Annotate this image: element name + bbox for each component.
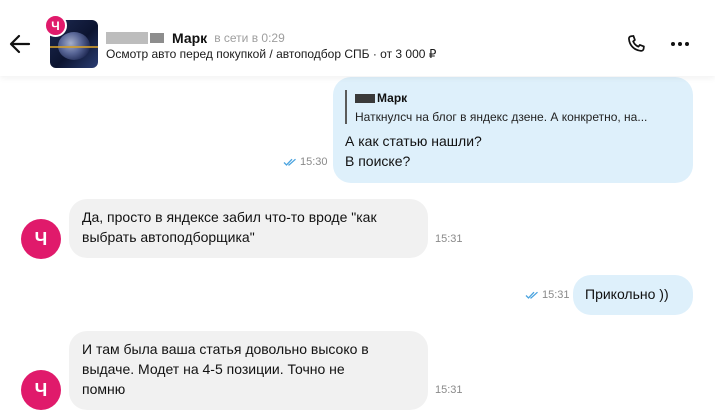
message-text: Прикольно )) bbox=[585, 286, 669, 302]
sender-avatar[interactable]: Ч bbox=[21, 370, 61, 410]
message-text: И там была ваша статья довольно высоко в… bbox=[82, 341, 369, 397]
sender-avatar[interactable]: Ч bbox=[21, 219, 61, 259]
message-bubble-incoming[interactable]: Да, просто в яндексе забил что-то вроде … bbox=[69, 199, 428, 258]
message-bubble-incoming[interactable]: И там была ваша статья довольно высоко в… bbox=[69, 331, 428, 410]
message-time: 15:31 bbox=[435, 233, 463, 245]
message-text: Да, просто в яндексе забил что-то вроде … bbox=[82, 209, 377, 245]
listing-subtitle[interactable]: Осмотр авто перед покупкой / автоподбор … bbox=[106, 47, 436, 61]
message-bubble-outgoing[interactable]: Прикольно )) bbox=[573, 275, 693, 315]
reply-quote[interactable]: Марк Наткнулсч на блог в яндекс дзене. А… bbox=[345, 90, 683, 124]
user-avatar-badge: Ч bbox=[44, 14, 67, 37]
quote-text: Наткнулсч на блог в яндекс дзене. А конк… bbox=[355, 110, 648, 124]
redacted-block bbox=[355, 93, 375, 103]
back-arrow-icon[interactable] bbox=[9, 33, 31, 55]
redacted-block bbox=[150, 33, 164, 43]
read-ticks-icon bbox=[525, 291, 538, 300]
read-ticks-icon bbox=[283, 158, 296, 167]
message-time: 15:31 bbox=[435, 384, 463, 396]
message-time: 15:30 bbox=[283, 156, 328, 168]
message-text: А как статью нашли? В поиске? bbox=[345, 133, 482, 169]
quote-author: Марк bbox=[377, 91, 408, 105]
redacted-block bbox=[106, 32, 148, 44]
more-icon[interactable] bbox=[670, 36, 690, 52]
phone-icon[interactable] bbox=[625, 33, 647, 55]
contact-name-row[interactable]: Марк в сети в 0:29 bbox=[106, 29, 285, 47]
chat-header: Ч Марк в сети в 0:29 Осмотр авто перед п… bbox=[0, 0, 715, 76]
online-status: в сети в 0:29 bbox=[214, 31, 285, 45]
message-bubble-outgoing[interactable]: Марк Наткнулсч на блог в яндекс дзене. А… bbox=[333, 77, 693, 183]
message-time: 15:31 bbox=[525, 289, 570, 301]
contact-name: Марк bbox=[172, 30, 208, 46]
